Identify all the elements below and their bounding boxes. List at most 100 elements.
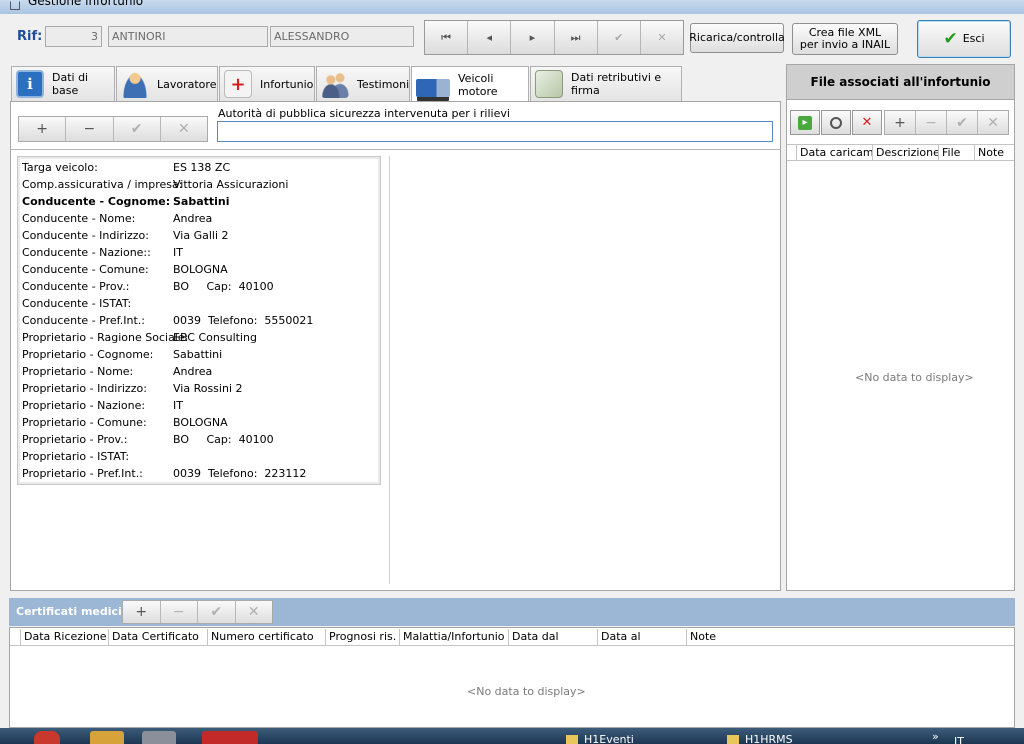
next-record-button[interactable]: ▸ [511,21,555,54]
tab-testimoni[interactable]: Testimoni [316,66,410,101]
app-window: Gestione infortunio Rif: 3 ANTINORI ALES… [0,0,1024,728]
cancel-record-button[interactable]: ✕ [641,21,683,54]
detail-value: ES 138 ZC [173,161,231,174]
vertical-divider [389,156,390,584]
column-header[interactable]: Data dal [509,629,598,645]
detail-value: 0039 Telefono: 223112 [173,467,307,480]
detail-value: IT [173,246,183,259]
first-record-button[interactable]: ⏮ [425,21,469,54]
tab-veicoli-motore[interactable]: Veicoli motore [411,66,529,102]
prev-record-button[interactable]: ◂ [468,21,512,54]
confirm-certificate-button[interactable]: ✔ [198,601,236,623]
detail-label: Targa veicolo: [22,161,98,174]
detail-label: Conducente - Indirizzo: [22,229,149,242]
column-header[interactable]: Data Ricezione [21,629,109,645]
column-header[interactable]: Numero certificato [208,629,326,645]
certificates-grid-header: Data Ricezione Data Certificato Numero c… [10,629,1014,646]
detail-value: EBC Consulting [173,331,257,344]
people-icon [321,70,349,98]
certificates-toolbar: + − ✔ ✕ [122,600,273,624]
tab-dati-di-base[interactable]: i Dati di base [11,66,115,101]
tab-label: Dati di base [52,71,89,97]
cancel-vehicle-button[interactable]: ✕ [161,117,207,141]
detail-label: Proprietario - Pref.Int.: [22,467,143,480]
remove-certificate-button[interactable]: − [161,601,198,623]
name-field: ALESSANDRO [270,26,414,47]
column-header[interactable]: Data Certificato [109,629,208,645]
first-aid-icon: + [224,70,252,98]
tab-infortunio[interactable]: + Infortunio [219,66,315,101]
detail-value: BOLOGNA [173,416,228,429]
detail-label: Conducente - Pref.Int.: [22,314,145,327]
upload-icon: ▸ [798,115,812,130]
detail-label: Conducente - Nazione:: [22,246,151,259]
tab-dati-retributivi[interactable]: Dati retributivi e firma [530,66,682,101]
add-vehicle-button[interactable]: + [19,117,67,141]
confirm-vehicle-button[interactable]: ✔ [114,117,161,141]
add-file-button[interactable]: + [885,111,916,134]
folder-icon [566,735,578,744]
taskbar-app-icon[interactable] [142,731,176,744]
remove-vehicle-button[interactable]: − [66,117,114,141]
tab-label: Testimoni [357,77,410,91]
worker-icon [121,70,149,98]
add-certificate-button[interactable]: + [123,601,161,623]
detail-value: Vittoria Assicurazioni [173,178,289,191]
taskbar-app-icon[interactable] [90,731,124,744]
certificates-empty-message: <No data to display> [467,685,586,698]
esci-button[interactable]: ✔ Esci [917,20,1011,58]
magnifier-icon [830,116,842,129]
tab-label: Infortunio [260,77,314,91]
detail-label: Proprietario - Ragione Sociale: [22,331,189,344]
column-header[interactable]: Malattia/Infortunio [400,629,509,645]
taskbar-item-h1hrms[interactable]: H1HRMS [745,733,793,744]
tab-label: Veicoli motore [458,71,498,98]
esci-label: Esci [962,32,985,45]
money-icon [535,70,563,98]
ricarica-button[interactable]: Ricarica/controlla [689,23,785,53]
surname-field: ANTINORI [108,26,268,47]
detail-value: Sabattini [173,348,223,361]
taskbar-app-icon[interactable] [34,731,60,744]
cancel-certificate-button[interactable]: ✕ [236,601,273,623]
rif-number-field: 3 [45,26,102,47]
detail-value: BOLOGNA [173,263,228,276]
row-indicator-column [787,145,797,160]
column-header[interactable]: Note [975,145,1013,160]
create-xml-button[interactable]: Crea file XML per invio a INAIL [792,23,898,55]
taskbar-overflow-icon[interactable]: » [932,730,939,743]
column-header[interactable]: Data al [598,629,687,645]
info-icon: i [16,70,44,98]
column-header[interactable]: Descrizione [873,145,939,160]
detail-label: Proprietario - Indirizzo: [22,382,147,395]
view-file-button[interactable] [821,110,851,135]
language-indicator[interactable]: IT [954,735,964,744]
window-title: Gestione infortunio [28,0,144,8]
taskbar-app-icon[interactable] [202,731,258,744]
column-header[interactable]: Note [687,629,1014,645]
authority-input[interactable] [217,121,773,142]
detail-label: Conducente - Nome: [22,212,136,225]
detail-label: Proprietario - Comune: [22,416,147,429]
column-header[interactable]: Data caricam. [797,145,873,160]
remove-file-button[interactable]: − [916,111,947,134]
last-record-button[interactable]: ⏭ [555,21,598,54]
tab-lavoratore[interactable]: Lavoratore [116,66,218,101]
files-grid-header: Data caricam. Descrizione File Note [787,144,1014,161]
detail-label: Comp.assicurativa / impresa: [22,178,183,191]
confirm-file-button[interactable]: ✔ [947,111,978,134]
taskbar-item-h1eventi[interactable]: H1Eventi [584,733,634,744]
detail-value: 0039 Telefono: 5550021 [173,314,314,327]
confirm-record-button[interactable]: ✔ [598,21,641,54]
delete-file-button[interactable]: ✕ [852,110,882,135]
detail-label: Conducente - Comune: [22,263,149,276]
column-header[interactable]: Prognosi ris. [326,629,400,645]
detail-value: Andrea [173,212,213,225]
upload-file-button[interactable]: ▸ [790,110,820,135]
authority-label: Autorità di pubblica sicurezza intervenu… [218,107,510,120]
cancel-file-button[interactable]: ✕ [978,111,1008,134]
detail-value: BO Cap: 40100 [173,280,274,293]
column-header[interactable]: File [939,145,975,160]
record-navigator: ⏮ ◂ ▸ ⏭ ✔ ✕ [424,20,684,55]
certificates-title: Certificati medici [16,605,122,618]
